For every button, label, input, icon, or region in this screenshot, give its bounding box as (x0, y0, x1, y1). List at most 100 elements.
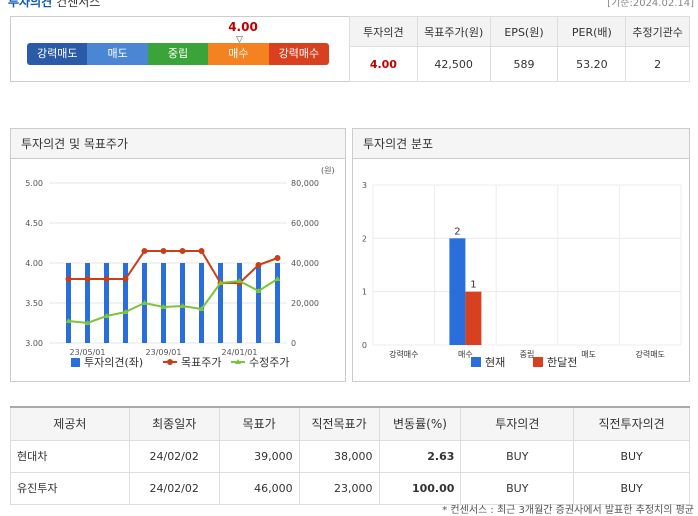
change-rate: 100.00 (378, 471, 462, 505)
header-target: 목표가 (218, 406, 300, 441)
unit-label: (원) (321, 166, 335, 175)
footnote: * 컨센서스 : 최근 3개월간 증권사에서 발표한 추정치의 평균 (442, 505, 694, 516)
value-per: 53.20 (557, 46, 627, 82)
left-axis-tick: 4.00 (25, 259, 43, 268)
opinion: BUY (460, 439, 575, 473)
header-opinion: 투자의견 (349, 16, 418, 47)
panel-title: 투자의견 및 목표주가 (11, 129, 345, 159)
value-opinion: 4.00 (349, 46, 418, 82)
scale-neutral: 중립 (147, 43, 209, 65)
opinion: BUY (460, 471, 575, 505)
prev-opinion: BUY (573, 439, 690, 473)
consensus-summary-table: 투자의견 목표주가(원) EPS(원) PER(배) 추정기관수 4.00 42… (349, 16, 690, 82)
provider-name: 현대차 (10, 439, 130, 473)
target-price-point (103, 276, 110, 282)
category-label: 매도 (581, 350, 596, 359)
header-last-date: 최종일자 (128, 406, 220, 441)
scale-strong-buy: 강력매수 (268, 43, 329, 65)
section-subtitle: 컨센서스 (56, 0, 101, 9)
opinion-bar (237, 263, 242, 343)
header-target-price: 목표주가(원) (416, 16, 491, 47)
table-row: 현대차 24/02/02 39,000 38,000 2.63 BUY BUY (10, 439, 690, 473)
legend-swatch (471, 357, 481, 367)
date-note: [기준:2024.02.14] (607, 0, 694, 9)
y-axis-tick: 1 (362, 288, 367, 297)
legend-label: 목표주가 (181, 356, 221, 369)
value-target-price: 42,500 (416, 46, 491, 82)
opinion-bar (275, 263, 280, 343)
prev-opinion: BUY (573, 471, 690, 505)
header-change-rate: 변동률(%) (378, 406, 462, 441)
y-axis-tick: 3 (362, 181, 367, 190)
value-analyst-count: 2 (625, 46, 690, 82)
opinion-distribution-chart: 0 1 2 3 강력매수 매수 중립 매도 강력매도 2 1 현재 한달전 (362, 181, 682, 369)
right-axis-tick: 80,000 (291, 179, 319, 188)
right-axis-tick: 20,000 (291, 299, 319, 308)
section-header: 투자의견 컨센서스 [기준:2024.02.14] (0, 0, 698, 10)
header-opinion: 투자의견 (460, 406, 575, 441)
target-price: 39,000 (218, 439, 300, 473)
target-price-point (274, 255, 281, 261)
providers-table: 제공처 최종일자 목표가 직전목표가 변동률(%) 투자의견 직전투자의견 현대… (10, 406, 690, 505)
right-axis-tick: 0 (291, 339, 296, 348)
panel-title: 투자의견 분포 (353, 129, 689, 159)
prev-target-price: 23,000 (298, 471, 380, 505)
opinion-value: 4.00 (228, 20, 258, 34)
left-axis-tick: 3.50 (25, 299, 43, 308)
target-price-point (160, 248, 167, 254)
opinion-target-chart-panel: 투자의견 및 목표주가 3.00 3.50 4.00 4.50 5.00 0 20,000 4… (10, 128, 346, 382)
legend-swatch (533, 357, 543, 367)
legend-label: 한달전 (547, 356, 577, 369)
y-axis-tick: 2 (362, 234, 367, 243)
target-price-point (179, 248, 186, 254)
category-label: 매수 (458, 350, 473, 359)
opinion-bar (218, 263, 223, 343)
section-title: 투자의견 컨센서스 (8, 0, 100, 10)
right-axis-tick: 40,000 (291, 259, 319, 268)
opinion-scale: 강력매도 매도 중립 매수 강력매수 (27, 43, 329, 65)
current-bar (449, 238, 466, 345)
scale-buy: 매수 (208, 43, 269, 65)
y-axis-tick: 0 (362, 341, 367, 350)
provider-name: 유진투자 (10, 471, 130, 505)
last-date: 24/02/02 (128, 471, 220, 505)
legend-label: 현재 (485, 356, 505, 369)
last-date: 24/02/02 (128, 439, 220, 473)
opinion-bar (85, 263, 90, 343)
change-rate: 2.63 (378, 439, 462, 473)
prev-month-bar (465, 291, 482, 345)
left-axis-tick: 5.00 (25, 179, 43, 188)
target-price-point (84, 276, 91, 282)
header-prev-target: 직전목표가 (298, 406, 380, 441)
target-price-point (122, 276, 129, 282)
opinion-bar (161, 263, 166, 343)
opinion-bar (256, 263, 261, 343)
category-label: 강력매수 (389, 349, 418, 359)
target-price-point (141, 248, 148, 254)
category-label: 강력매도 (635, 349, 664, 359)
table-row: 유진투자 24/02/02 46,000 23,000 100.00 BUY B… (10, 471, 690, 505)
opinion-bar (199, 263, 204, 343)
target-price-line (68, 250, 278, 284)
left-axis-tick: 4.50 (25, 219, 43, 228)
target-price-point (65, 276, 72, 282)
target-price-point (198, 248, 205, 254)
opinion-scale-box: 4.00 ▽ 강력매도 매도 중립 매수 강력매수 (10, 16, 349, 82)
value-eps: 589 (489, 46, 559, 82)
legend-bar-swatch (71, 358, 80, 367)
bar-data-label: 2 (454, 226, 460, 237)
legend-label: 수정주가 (249, 356, 289, 369)
opinion-target-chart: 3.00 3.50 4.00 4.50 5.00 0 20,000 40,000 60,000 8… (25, 166, 335, 369)
legend-label: 투자의견(좌) (84, 356, 143, 369)
prev-target-price: 38,000 (298, 439, 380, 473)
opinion-bar (104, 263, 109, 343)
right-axis-tick: 60,000 (291, 219, 319, 228)
x-axis-tick: 23/09/01 (146, 348, 182, 357)
bar-data-label: 1 (470, 280, 476, 291)
adjusted-price-line (68, 278, 279, 325)
legend-point-swatch (167, 359, 173, 365)
header-eps: EPS(원) (489, 16, 559, 47)
scale-strong-sell: 강력매도 (27, 43, 88, 65)
scale-sell: 매도 (87, 43, 148, 65)
header-prev-opinion: 직전투자의견 (573, 406, 690, 441)
